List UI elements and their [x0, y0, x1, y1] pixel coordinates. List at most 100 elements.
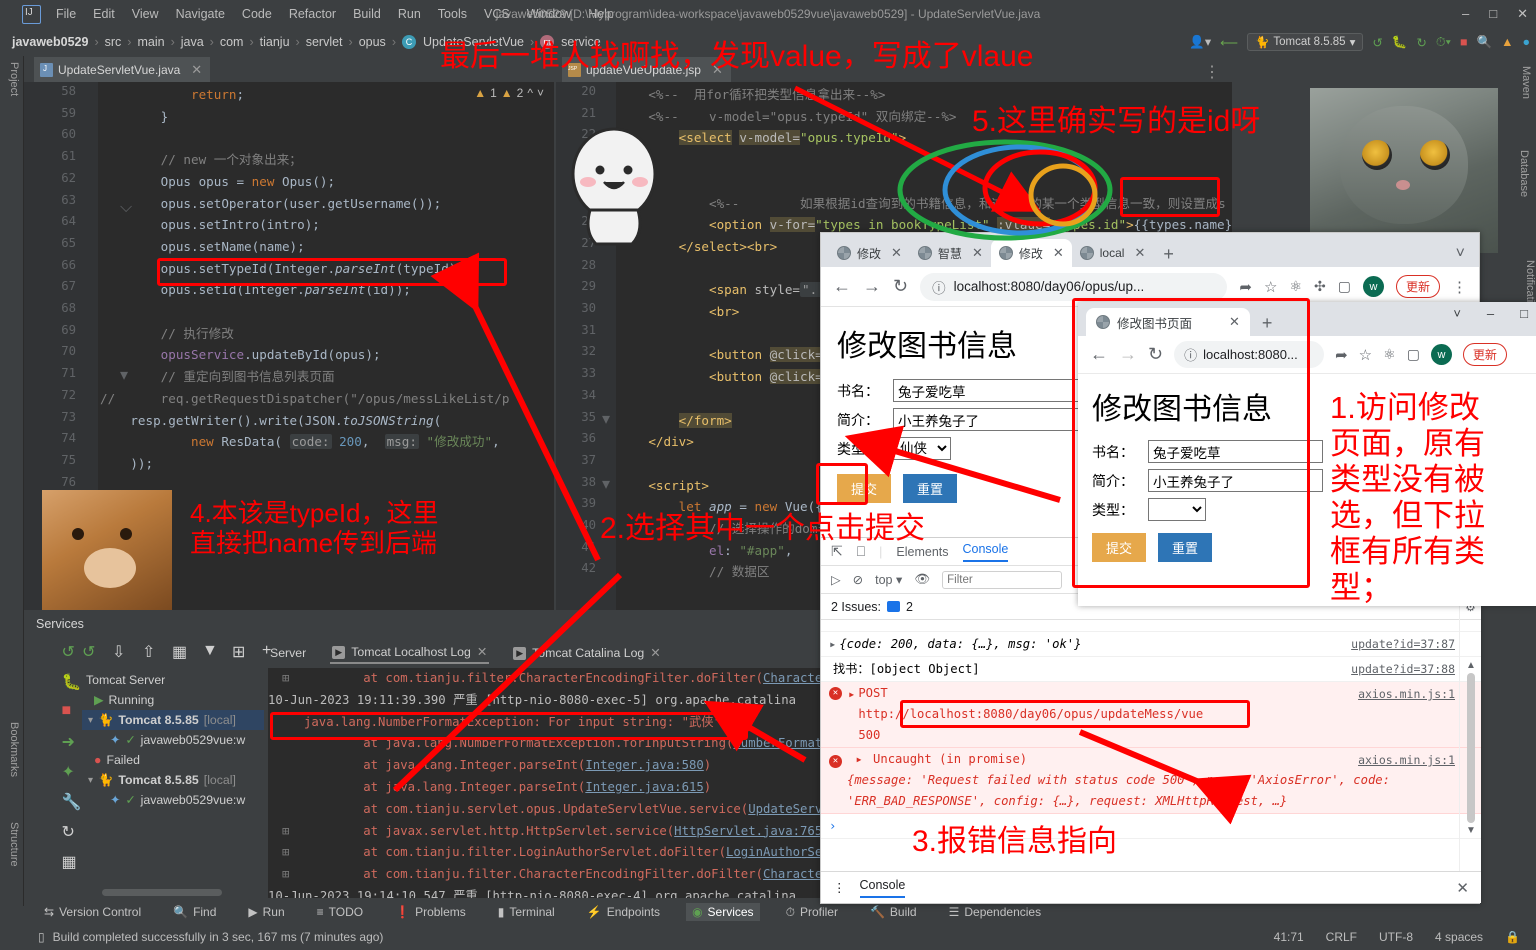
extension-puzzle-icon[interactable]: ⚛ [1383, 346, 1396, 363]
maximize-icon[interactable]: □ [1520, 306, 1528, 321]
tree-node-artifact-2[interactable]: ✦ ✓ javaweb0529vue:w [82, 790, 264, 810]
services-log-tabs[interactable]: Server ▶ Tomcat Localhost Log ✕ ▶ Tomcat… [268, 640, 663, 666]
new-tab-button[interactable]: + [1163, 244, 1174, 265]
log-row-1[interactable]: ▸ {code: 200, data: {…}, msg: 'ok'} upda… [821, 632, 1481, 657]
drawer-tab-console[interactable]: Console [859, 878, 906, 898]
chrome-window-inset[interactable]: 修改图书页面 ✕ + ˅ – □ ← → ↻ ⓘ localhost:8080.… [1078, 302, 1536, 606]
collapse-all-icon[interactable]: ⇧ [142, 642, 157, 661]
menu-item-run[interactable]: Run [398, 7, 421, 21]
sidebar-item-database[interactable]: Database [1518, 150, 1530, 210]
menu-item-build[interactable]: Build [353, 7, 381, 21]
sidepanel-icon[interactable]: ▢ [1338, 278, 1351, 295]
browser-tabstrip[interactable]: 修改 ✕ 智慧 ✕ 修改 ✕ local ✕ + ˅ [821, 233, 1479, 267]
tree-node-tomcat-local-2[interactable]: ▾ 🐈 Tomcat 8.5.85 [local] [82, 770, 264, 790]
minimize-icon[interactable]: – [1462, 6, 1469, 22]
log-source[interactable]: axios.min.js:1 [1358, 750, 1455, 771]
drawer-close-icon[interactable]: ✕ [1456, 879, 1469, 897]
maximize-icon[interactable]: □ [1489, 6, 1497, 22]
filter-icon[interactable]: ▼ [202, 642, 218, 659]
avatar[interactable]: w [1362, 276, 1384, 297]
menu-item-file[interactable]: File [56, 7, 76, 21]
run-configuration-selector[interactable]: 🐈 Tomcat 8.5.85 ▾ [1247, 33, 1364, 51]
minimize-icon[interactable]: – [1487, 306, 1494, 321]
clear-console-icon[interactable]: ⊘ [853, 572, 863, 587]
forward-icon[interactable]: → [863, 276, 881, 297]
devtools-inspect-icon[interactable]: ⇱ [831, 543, 843, 560]
sidebar-item-project[interactable]: Project [8, 62, 20, 122]
reset-button[interactable]: 重置 [1158, 533, 1213, 562]
toolwindow-endpoints[interactable]: ⚡ Endpoints [581, 903, 666, 921]
type-select[interactable]: 仙侠 [893, 437, 951, 460]
log-source[interactable]: axios.min.js:1 [1358, 684, 1455, 705]
drawer-menu-icon[interactable]: ⋮ [833, 880, 846, 895]
inset-address-bar[interactable]: ⓘ localhost:8080... [1174, 341, 1325, 368]
toolwindow-version-control[interactable]: ⇆ Version Control [38, 903, 147, 921]
menu-item-code[interactable]: Code [242, 7, 272, 21]
fold-marker-icon[interactable]: ⌵ [120, 199, 132, 217]
fold-marker-icon-4[interactable]: ▾ [602, 474, 610, 494]
tab-close-icon-2[interactable]: ✕ [650, 646, 660, 660]
log-row-2[interactable]: 找书：[object Object] update?id=37:88 [821, 657, 1481, 682]
tree-node-running[interactable]: ▶ Running [82, 690, 264, 710]
intro-input[interactable] [1148, 469, 1323, 492]
tree-node-failed[interactable]: ● Failed [82, 750, 264, 770]
breadcrumb-main[interactable]: main [137, 35, 164, 49]
layout-icon[interactable]: ▦ [62, 852, 77, 871]
toolwindow-dependencies[interactable]: ☰ Dependencies [943, 903, 1048, 921]
profile-icon[interactable]: ⏱▾ [1436, 35, 1451, 50]
prev-highlight-icon[interactable]: ^ [527, 86, 533, 100]
submit-button[interactable]: 提交 [1092, 533, 1147, 562]
extensions-icon[interactable]: ✣ [1314, 278, 1326, 295]
tab-close-icon[interactable]: ✕ [191, 62, 202, 78]
menu-item-edit[interactable]: Edit [93, 7, 115, 21]
toolwindow-problems[interactable]: ❗ Problems [389, 903, 472, 921]
tab-tomcat-catalina-log[interactable]: ▶ Tomcat Catalina Log ✕ [511, 643, 662, 663]
address-bar[interactable]: ⓘ localhost:8080/day06/opus/up... [920, 272, 1228, 301]
next-highlight-icon[interactable]: ˅ [537, 86, 544, 100]
chevron-down-icon[interactable]: ▾ [1350, 35, 1356, 49]
tree-node-tomcat-local-1[interactable]: ▾ 🐈 Tomcat 8.5.85 [local] [82, 710, 264, 730]
browser-tab-4[interactable]: local ✕ [1072, 239, 1154, 267]
expand-triangle-icon-2[interactable]: ▸ [848, 684, 855, 705]
tab-close-icon[interactable]: ✕ [477, 645, 487, 659]
toolwindow-profiler[interactable]: ⏱ Profiler [780, 903, 844, 922]
services-tree[interactable]: Tomcat Server ▶ Running ▾ 🐈 Tomcat 8.5.8… [82, 670, 264, 898]
java-code-area[interactable]: return; } // new 一个对象出来； Opus opus = new… [100, 84, 509, 475]
tree-node-artifact-1[interactable]: ✦ ✓ javaweb0529vue:w [82, 730, 264, 750]
tab-close-icon[interactable]: ✕ [891, 245, 902, 261]
avatar[interactable]: w [1430, 344, 1452, 365]
refresh-icon[interactable]: ↻ [62, 822, 77, 841]
browser-tab-2[interactable]: 智慧 ✕ [910, 239, 991, 267]
deploy-icon[interactable]: ➜ [62, 732, 77, 751]
log-source[interactable]: update?id=37:88 [1351, 658, 1455, 680]
bookname-input[interactable] [893, 379, 1089, 402]
editor-options-icon[interactable]: ⋮ [1204, 62, 1220, 82]
breadcrumb-opus[interactable]: opus [359, 35, 386, 49]
tab-close-icon-2[interactable]: ✕ [972, 245, 983, 261]
update-button[interactable]: 更新 [1462, 343, 1507, 366]
tab-close-icon-3[interactable]: ✕ [1053, 245, 1064, 261]
chrome-menu-icon[interactable]: ⋮ [1452, 278, 1467, 296]
add-frame-icon[interactable]: ⊞ [232, 642, 247, 661]
breadcrumb-src[interactable]: src [105, 35, 122, 49]
rerun-service-icon[interactable]: ↺ [62, 642, 77, 661]
stop-service-icon[interactable]: ■ [62, 702, 77, 719]
console-drawer-footer[interactable]: ⋮ Console ✕ [821, 871, 1481, 903]
breadcrumb-project[interactable]: javaweb0529 [12, 35, 88, 49]
menu-item-tools[interactable]: Tools [438, 7, 467, 21]
submit-button[interactable]: 提交 [837, 474, 892, 503]
tab-server[interactable]: Server [268, 643, 308, 663]
console-filter-input[interactable] [942, 570, 1063, 589]
editor-tabstrip-right[interactable]: updateVueUpdate.jsp ✕ ⋮ [556, 56, 1232, 82]
tab-updateservletvue-java[interactable]: UpdateServletVue.java ✕ [34, 57, 211, 82]
toolwindow-todo[interactable]: ≡ TODO [311, 903, 369, 921]
breadcrumb-tianju[interactable]: tianju [260, 35, 290, 49]
back-icon[interactable]: ← [833, 276, 851, 297]
extension-puzzle-icon[interactable]: ⚛ [1289, 278, 1302, 295]
expand-triangle-icon[interactable]: ▸ [829, 633, 836, 655]
sidebar-item-structure[interactable]: Structure [8, 822, 20, 882]
editor-tabstrip-left[interactable]: UpdateServletVue.java ✕ [24, 56, 554, 82]
artifacts-icon[interactable]: ✦ [62, 762, 77, 781]
stop-icon[interactable]: ■ [1460, 35, 1468, 49]
run-all-icon[interactable]: ↺ [82, 642, 97, 661]
